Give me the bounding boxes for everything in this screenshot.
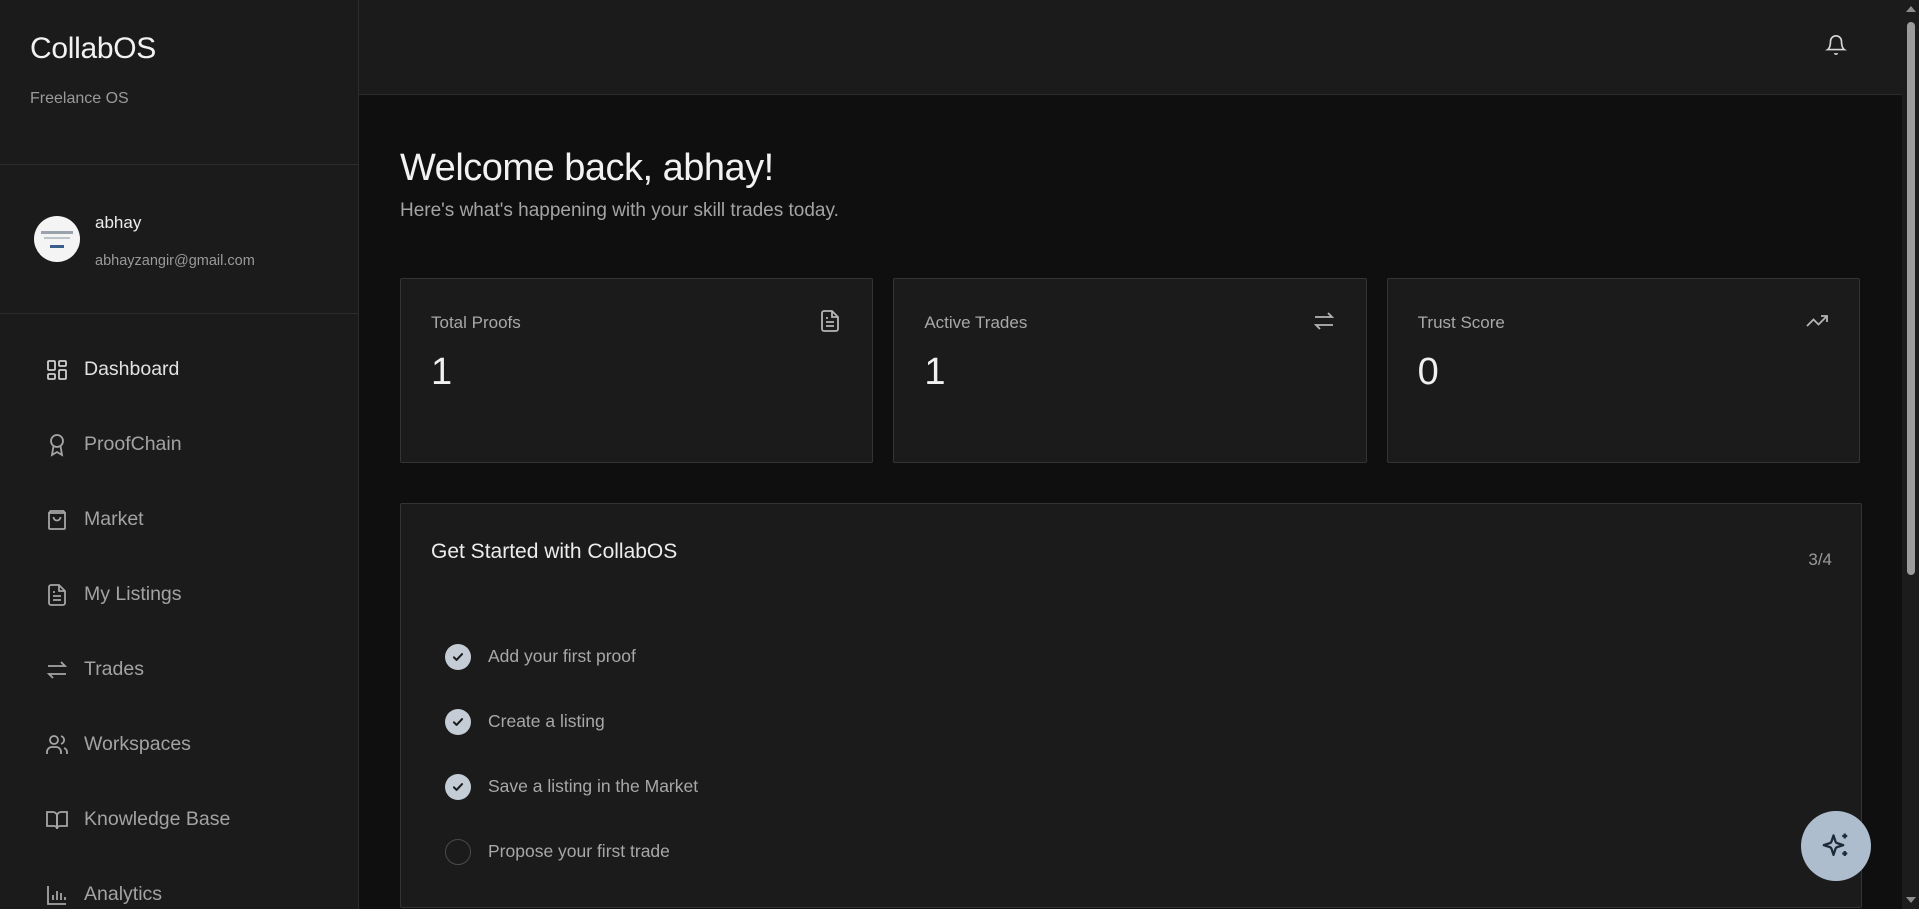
- document-icon: [818, 309, 844, 335]
- step-label: Create a listing: [488, 711, 605, 731]
- brand-title[interactable]: CollabOS: [30, 32, 358, 66]
- step-label: Add your first proof: [488, 646, 636, 666]
- step-propose-trade[interactable]: Propose your first trade: [445, 819, 698, 884]
- shopping-bag-icon: [44, 507, 70, 533]
- dashboard-content: Welcome back, abhay! Here's what's happe…: [400, 95, 1862, 908]
- sidebar-item-analytics[interactable]: Analytics: [0, 857, 358, 909]
- getting-started-title: Get Started with CollabOS: [431, 540, 678, 563]
- sidebar-item-label: Dashboard: [84, 358, 180, 380]
- sidebar-item-knowledge-base[interactable]: Knowledge Base: [0, 782, 358, 857]
- sidebar-item-label: ProofChain: [84, 433, 182, 455]
- sidebar-item-market[interactable]: Market: [0, 482, 358, 557]
- sidebar-item-label: Market: [84, 508, 144, 530]
- ai-assistant-button[interactable]: [1801, 811, 1871, 881]
- step-label: Propose your first trade: [488, 841, 670, 861]
- user-name: abhay: [95, 213, 142, 232]
- top-bar: [359, 0, 1919, 95]
- check-circle-icon: [445, 643, 471, 670]
- sidebar-item-dashboard[interactable]: Dashboard: [0, 332, 358, 407]
- trending-up-icon: [1805, 309, 1831, 335]
- stat-label: Trust Score: [1417, 313, 1505, 332]
- step-create-listing[interactable]: Create a listing: [445, 689, 698, 754]
- book-open-icon: [44, 807, 70, 833]
- users-icon: [44, 732, 70, 758]
- scroll-thumb[interactable]: [1907, 22, 1915, 575]
- empty-circle-icon: [445, 838, 471, 865]
- document-icon: [44, 582, 70, 608]
- sidebar-item-label: Analytics: [84, 883, 163, 905]
- bell-icon[interactable]: [1825, 34, 1849, 58]
- sidebar-item-label: Trades: [84, 658, 144, 680]
- stat-label: Total Proofs: [431, 313, 521, 332]
- sidebar-nav: Dashboard ProofChain Market My Listings: [0, 314, 358, 909]
- scroll-down-arrow[interactable]: [1906, 897, 1916, 903]
- stat-card-active-trades[interactable]: Active Trades 1: [893, 278, 1367, 463]
- award-ribbon-icon: [44, 432, 70, 458]
- stats-row: Total Proofs 1 Active Trades 1 Trust Sco…: [400, 278, 1860, 463]
- stat-value: 0: [1417, 351, 1439, 393]
- user-email: abhayzangir@gmail.com: [95, 253, 255, 269]
- main-area: Welcome back, abhay! Here's what's happe…: [359, 0, 1919, 909]
- dashboard-grid-icon: [44, 357, 70, 383]
- step-save-listing[interactable]: Save a listing in the Market: [445, 754, 698, 819]
- bar-chart-icon: [44, 882, 70, 908]
- stat-value: 1: [924, 351, 946, 393]
- page-title: Welcome back, abhay!: [400, 147, 774, 189]
- getting-started-steps: Add your first proof Create a listing Sa…: [445, 624, 698, 884]
- avatar[interactable]: [34, 216, 80, 262]
- stat-card-total-proofs[interactable]: Total Proofs 1: [400, 278, 874, 463]
- sidebar: CollabOS Freelance OS abhay abhayzangir@…: [0, 0, 359, 909]
- check-circle-icon: [445, 708, 471, 735]
- swap-arrows-icon: [1312, 309, 1338, 335]
- sidebar-item-my-listings[interactable]: My Listings: [0, 557, 358, 632]
- getting-started-progress: 3/4: [1808, 550, 1832, 569]
- brand-subtitle: Freelance OS: [30, 90, 129, 107]
- stat-value: 1: [431, 351, 453, 393]
- sparkles-icon: [1821, 831, 1851, 861]
- sidebar-item-label: Knowledge Base: [84, 808, 231, 830]
- sidebar-item-label: Workspaces: [84, 733, 191, 755]
- sidebar-item-proofchain[interactable]: ProofChain: [0, 407, 358, 482]
- stat-card-trust-score[interactable]: Trust Score 0: [1386, 278, 1860, 463]
- sidebar-item-workspaces[interactable]: Workspaces: [0, 707, 358, 782]
- brand-block: CollabOS Freelance OS: [0, 0, 358, 165]
- getting-started-card: Get Started with CollabOS 3/4 Add your f…: [400, 503, 1862, 908]
- sidebar-item-label: My Listings: [84, 583, 182, 605]
- user-profile[interactable]: abhay abhayzangir@gmail.com: [0, 165, 358, 314]
- swap-arrows-icon: [44, 657, 70, 683]
- page-subtitle: Here's what's happening with your skill …: [400, 200, 839, 221]
- step-add-first-proof[interactable]: Add your first proof: [445, 624, 698, 689]
- check-circle-icon: [445, 773, 471, 800]
- sidebar-item-trades[interactable]: Trades: [0, 632, 358, 707]
- step-label: Save a listing in the Market: [488, 776, 699, 796]
- scroll-up-arrow[interactable]: [1906, 6, 1916, 12]
- stat-label: Active Trades: [924, 313, 1028, 332]
- page-scrollbar[interactable]: [1902, 0, 1919, 909]
- app-root: CollabOS Freelance OS abhay abhayzangir@…: [0, 0, 1919, 909]
